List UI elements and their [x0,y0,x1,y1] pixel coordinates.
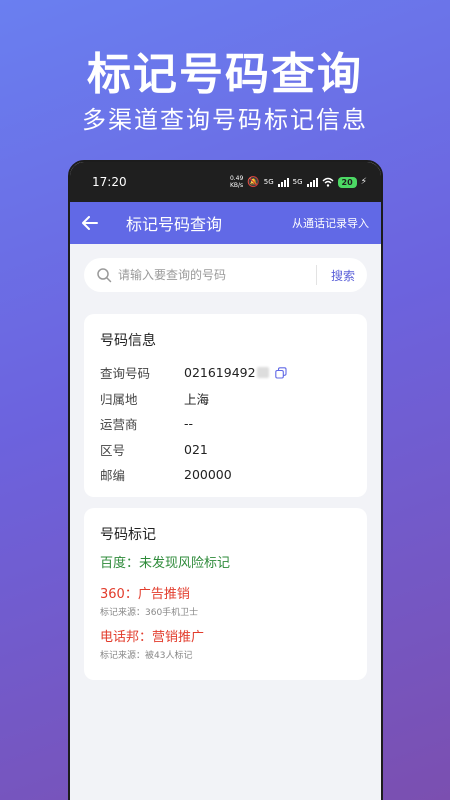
search-button[interactable]: 搜索 [331,267,355,284]
info-label: 查询号码 [100,366,151,382]
info-row-location: 归属地 上海 [100,386,351,412]
page-title: 标记号码查询 [126,215,223,234]
search-icon [97,268,112,283]
masked-digits [256,367,269,379]
phone-frame: 17:20 0.49 KB/s 🔕 5G 5G 20 ⚡ 标记号码查询 从通话记… [68,160,383,800]
info-value: 021 [184,441,208,457]
info-label: 运营商 [100,417,138,433]
charging-icon: ⚡ [360,177,367,187]
status-icons: 0.49 KB/s 🔕 5G 5G 20 ⚡ [230,175,367,189]
mark-baidu: 百度：未发现风险标记 [100,556,231,571]
net-speed: 0.49 KB/s [229,175,244,189]
sim2-label: 5G [292,178,303,186]
number-marks-title: 号码标记 [100,527,156,543]
mute-icon: 🔕 [247,176,260,188]
search-divider [315,265,317,285]
info-row-query-number: 查询号码 021619492 [100,360,351,386]
signal-icon-2 [306,177,318,187]
mark-dianhuabang: 电话邦：营销推广 [100,630,205,645]
status-bar: 17:20 0.49 KB/s 🔕 5G 5G 20 ⚡ [70,162,381,202]
copy-icon[interactable] [274,367,287,379]
import-from-call-log-button[interactable]: 从通话记录导入 [292,215,369,231]
info-row-postcode: 邮编 200000 [100,462,351,488]
status-time: 17:20 [92,175,127,189]
info-value: 200000 [184,467,232,483]
info-label: 邮编 [100,468,126,484]
number-marks-card: 号码标记 百度：未发现风险标记 360：广告推销 标记来源：360手机卫士 电话… [84,508,367,680]
signal-icon [277,177,289,187]
info-value: 021619492 [184,365,287,380]
info-value: -- [184,416,194,432]
info-row-carrier: 运营商 -- [100,411,351,437]
app-bar: 标记号码查询 从通话记录导入 [70,202,381,244]
info-label: 归属地 [100,391,138,407]
promo-title: 标记号码查询 [87,49,363,100]
number-info-card: 号码信息 查询号码 021619492 归属地 上海 运营商 -- 区号 021 [84,314,367,497]
search-input[interactable] [118,268,308,282]
sim1-label: 5G [263,178,274,186]
search-bar: 搜索 [84,258,367,292]
promo-subtitle: 多渠道查询号码标记信息 [82,106,368,134]
back-arrow-icon[interactable] [70,202,110,244]
mark-360: 360：广告推销 [100,587,190,602]
mark-dianhuabang-source: 标记来源：被43人标记 [100,651,193,661]
info-label: 区号 [100,442,126,458]
number-info-title: 号码信息 [100,333,156,349]
info-row-area-code: 区号 021 [100,437,351,463]
info-value: 上海 [184,391,210,407]
battery-icon: 20 [337,176,357,188]
mark-360-source: 标记来源：360手机卫士 [100,608,199,618]
wifi-icon [322,177,334,187]
